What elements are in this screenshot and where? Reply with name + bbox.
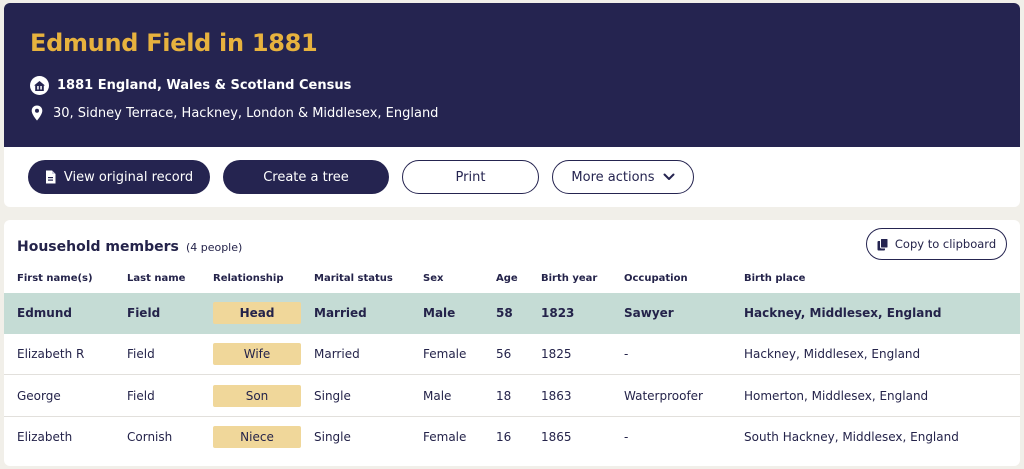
column-header-occupation: Occupation	[624, 273, 688, 284]
relationship-badge: Niece	[213, 426, 301, 448]
address-text: 30, Sidney Terrace, Hackney, London & Mi…	[53, 105, 439, 121]
cell-birth-place: Hackney, Middlesex, England	[744, 347, 921, 361]
cell-sex: Female	[423, 347, 467, 361]
cell-sex: Male	[423, 306, 456, 320]
cell-marital-status: Married	[314, 306, 367, 320]
relationship-badge: Son	[213, 385, 301, 407]
view-original-record-button[interactable]: View original record	[28, 160, 210, 194]
cell-last-name: Field	[127, 347, 155, 361]
cell-marital-status: Single	[314, 389, 351, 403]
print-button[interactable]: Print	[402, 160, 539, 194]
table-row[interactable]: Edmund Field Head Married Male 58 1823 S…	[4, 293, 1020, 334]
cell-birth-place: South Hackney, Middlesex, England	[744, 430, 959, 444]
page-title: Edmund Field in 1881	[30, 29, 318, 57]
cell-last-name: Field	[127, 306, 161, 320]
relationship-badge: Head	[213, 302, 301, 324]
cell-age: 56	[496, 347, 512, 361]
copy-to-clipboard-button[interactable]: Copy to clipboard	[866, 228, 1007, 260]
cell-birth-place: Hackney, Middlesex, England	[744, 306, 942, 320]
create-tree-button[interactable]: Create a tree	[223, 160, 389, 194]
household-card: Household members (4 people) Copy to cli…	[4, 220, 1020, 466]
column-header-birth-year: Birth year	[541, 273, 598, 284]
census-name: 1881 England, Wales & Scotland Census	[57, 78, 352, 93]
cell-first-name: Elizabeth R	[17, 347, 85, 361]
cell-age: 18	[496, 389, 512, 403]
cell-age: 58	[496, 306, 513, 320]
location-pin-icon	[30, 104, 44, 122]
cell-birth-place: Homerton, Middlesex, England	[744, 389, 929, 403]
column-header-last-name: Last name	[127, 273, 186, 284]
cell-marital-status: Single	[314, 430, 351, 444]
census-row: 1881 England, Wales & Scotland Census	[30, 76, 351, 95]
document-icon	[45, 170, 56, 184]
print-label: Print	[455, 169, 486, 185]
cell-birth-year: 1823	[541, 306, 575, 320]
action-bar: View original record Create a tree Print…	[4, 147, 1020, 207]
column-header-first-name: First name(s)	[17, 273, 93, 284]
column-header-relationship: Relationship	[213, 273, 284, 284]
cell-birth-year: 1865	[541, 430, 572, 444]
view-original-label: View original record	[63, 169, 194, 185]
cell-last-name: Cornish	[127, 430, 173, 444]
cell-marital-status: Married	[314, 347, 360, 361]
table-row[interactable]: Elizabeth Cornish Niece Single Female 16…	[4, 417, 1020, 458]
address-row: 30, Sidney Terrace, Hackney, London & Mi…	[30, 104, 438, 122]
cell-occupation: -	[624, 430, 629, 444]
more-actions-label: More actions	[571, 169, 655, 185]
cell-occupation: -	[624, 347, 629, 361]
table-row[interactable]: George Field Son Single Male 18 1863 Wat…	[4, 376, 1020, 417]
table-row[interactable]: Elizabeth R Field Wife Married Female 56…	[4, 334, 1020, 375]
cell-occupation: Sawyer	[624, 306, 674, 320]
cell-last-name: Field	[127, 389, 155, 403]
cell-age: 16	[496, 430, 512, 444]
column-header-birth-place: Birth place	[744, 273, 806, 284]
cell-occupation: Waterproofer	[624, 389, 703, 403]
cell-birth-year: 1863	[541, 389, 572, 403]
relationship-badge: Wife	[213, 343, 301, 365]
household-title: Household members	[17, 239, 179, 255]
house-icon	[30, 76, 49, 95]
record-header: Edmund Field in 1881 1881 England, Wales…	[4, 3, 1020, 147]
cell-birth-year: 1825	[541, 347, 572, 361]
household-heading: Household members (4 people)	[17, 236, 242, 255]
cell-first-name: Elizabeth	[17, 430, 73, 444]
column-header-sex: Sex	[423, 273, 444, 284]
table-header: First name(s) Last name Relationship Mar…	[4, 271, 1020, 289]
create-tree-label: Create a tree	[263, 169, 349, 185]
cell-sex: Male	[423, 389, 452, 403]
cell-first-name: Edmund	[17, 306, 72, 320]
column-header-age: Age	[496, 273, 518, 284]
chevron-down-icon	[663, 173, 675, 181]
household-count: (4 people)	[185, 241, 243, 254]
copy-label: Copy to clipboard	[894, 237, 997, 251]
more-actions-button[interactable]: More actions	[552, 160, 694, 194]
copy-icon	[877, 237, 889, 251]
cell-sex: Female	[423, 430, 467, 444]
column-header-marital-status: Marital status	[314, 273, 393, 284]
cell-first-name: George	[17, 389, 61, 403]
